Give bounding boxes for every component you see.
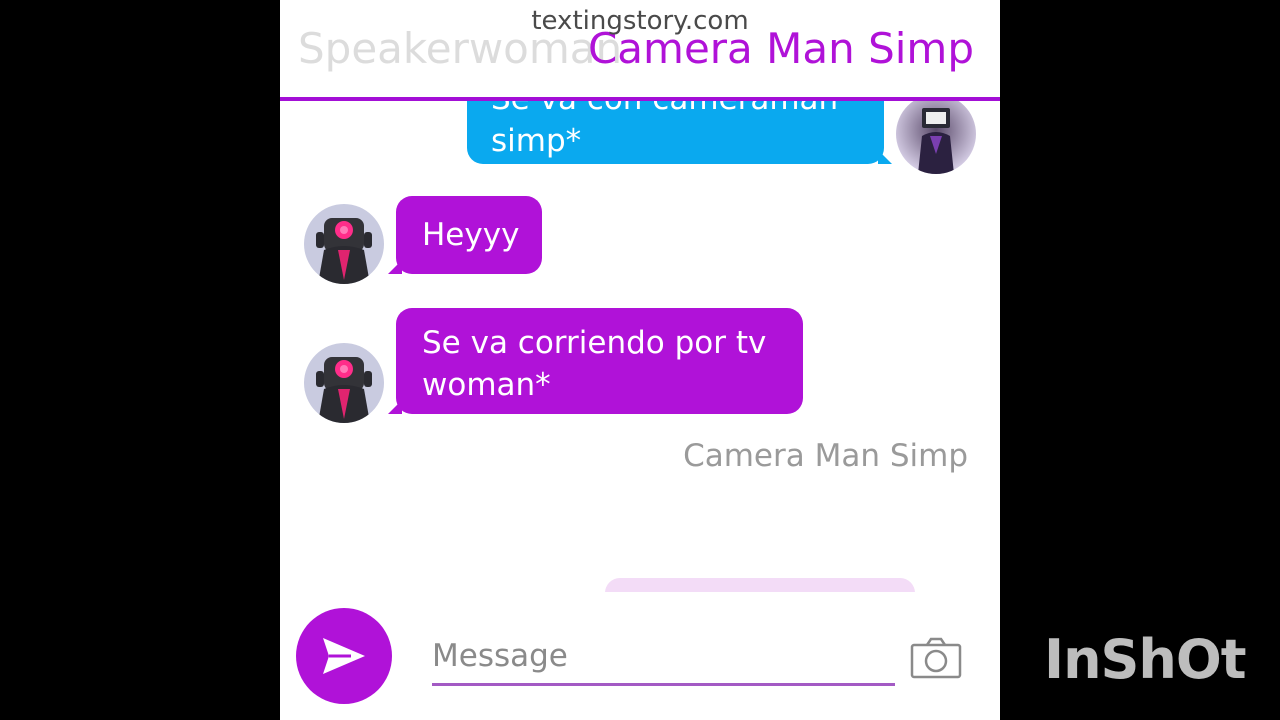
- send-button[interactable]: [296, 608, 392, 704]
- inshot-watermark-logo: InShOt: [1044, 628, 1247, 691]
- message-text: Heyyy: [422, 217, 520, 253]
- sender-caption: Camera Man Simp: [683, 438, 968, 474]
- bubble-tail: [388, 400, 402, 414]
- message-bubble-sent[interactable]: Se va con cameraman simp*: [467, 100, 892, 164]
- message-composer: [280, 592, 1000, 720]
- send-icon: [323, 638, 365, 674]
- speaker-character-icon: [316, 218, 372, 284]
- camera-button[interactable]: [910, 636, 962, 680]
- speaker-character-icon: [316, 357, 372, 423]
- chat-screen: textingstory.com Speakerwoman Camera Man…: [280, 0, 1000, 720]
- bubble-tail: [878, 150, 892, 164]
- message-bubble-received[interactable]: Heyyy: [388, 196, 542, 274]
- message-bubble-received[interactable]: Se va corriendo por tv woman*: [388, 308, 803, 414]
- message-list[interactable]: Se va con cameraman simp* Hey: [280, 100, 1000, 592]
- message-input[interactable]: [432, 628, 895, 686]
- camera-icon: [910, 637, 962, 679]
- avatar[interactable]: [896, 100, 976, 174]
- site-watermark: textingstory.com: [531, 6, 749, 36]
- incoming-message-bubble: [605, 578, 915, 592]
- tv-character-icon: [918, 108, 954, 174]
- avatar[interactable]: [304, 343, 384, 423]
- message-text: Se va con cameraman simp*: [491, 100, 838, 159]
- avatar[interactable]: [304, 204, 384, 284]
- message-text: Se va corriendo por tv woman*: [422, 325, 767, 403]
- bubble-tail: [388, 260, 402, 274]
